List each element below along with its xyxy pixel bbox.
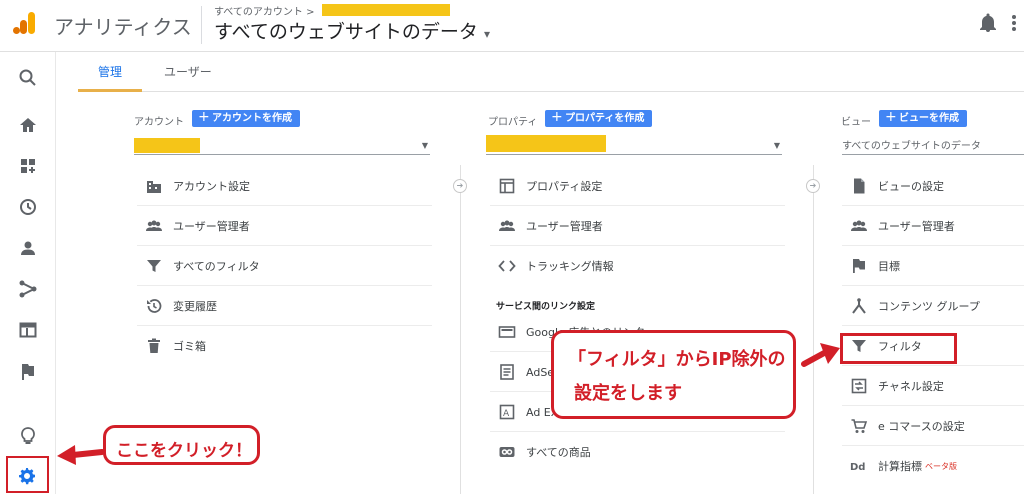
callout-line-1: 「フィルタ」からIP除外の [568, 349, 786, 370]
caret-down-icon: ▼ [773, 141, 780, 150]
plus-icon: + [198, 109, 210, 125]
app-title: アナリティクス [54, 15, 192, 39]
tab-bar: 管理 ユーザー [78, 52, 1024, 92]
account-title: すべてのウェブサイトのデータ [214, 21, 478, 43]
behavior-icon[interactable] [18, 320, 38, 340]
chevron-down-icon: ▾ [483, 27, 490, 41]
link-icon [498, 443, 516, 461]
create-property-button[interactable]: + プロパティを作成 [545, 109, 653, 127]
content-grouping-item[interactable]: コンテンツ グループ [842, 286, 1024, 326]
home-icon[interactable] [18, 115, 38, 135]
all-filters-item[interactable]: すべてのフィルタ [137, 246, 432, 286]
arrow-right-icon: ➔ [453, 179, 467, 193]
account-user-management-item[interactable]: ユーザー管理者 [137, 206, 432, 246]
more-vert-icon[interactable] [1011, 14, 1017, 36]
person-icon[interactable] [18, 238, 38, 258]
code-icon [498, 257, 516, 275]
beta-badge: ベータ版 [925, 461, 957, 471]
property-column-label: プロパティ [488, 117, 538, 128]
filter-icon [145, 257, 163, 275]
arrow-to-gear-icon [57, 445, 105, 465]
search-icon[interactable] [18, 68, 38, 88]
column-divider [460, 165, 461, 494]
goals-item[interactable]: 目標 [842, 246, 1024, 286]
calculated-metrics-item[interactable]: Dd 計算指標 ベータ版 [842, 446, 1024, 486]
gear-highlight-box [6, 456, 49, 493]
people-icon [498, 217, 516, 235]
click-here-text: ここをクリック！ [116, 441, 252, 461]
active-tab-underline [78, 89, 142, 92]
content-grouping-icon [850, 297, 868, 315]
trash-icon [145, 337, 163, 355]
dd-icon: Dd [850, 457, 868, 475]
filter-highlight-box [840, 333, 957, 364]
ip-exclusion-callout: 「フィルタ」からIP除外の 設定をします [551, 330, 796, 419]
tab-user[interactable]: ユーザー [164, 63, 212, 80]
change-history-item[interactable]: 変更履歴 [137, 286, 432, 326]
dashboard-icon[interactable] [18, 156, 38, 176]
svg-text:A: A [503, 409, 510, 419]
analytics-logo-icon[interactable] [12, 10, 38, 40]
trash-item[interactable]: ゴミ箱 [137, 326, 432, 366]
document-icon [850, 177, 868, 195]
redacted-account-name [322, 4, 450, 16]
click-here-callout: ここをクリック！ [103, 425, 260, 465]
top-bar: アナリティクス すべてのアカウント > すべてのウェブサイトのデータ ▾ [0, 0, 1024, 52]
create-view-button[interactable]: + ビューを作成 [879, 109, 967, 127]
svg-text:Dd: Dd [850, 462, 865, 473]
property-user-management-item[interactable]: ユーザー管理者 [490, 206, 785, 246]
arrow-to-filter-icon [801, 343, 840, 367]
cart-icon [850, 417, 868, 435]
all-products-item[interactable]: すべての商品 [490, 432, 785, 472]
plus-icon: + [885, 109, 897, 125]
account-settings-item[interactable]: アカウント設定 [137, 166, 432, 206]
flag-icon[interactable] [18, 362, 38, 382]
clock-icon[interactable] [18, 197, 38, 217]
view-column-label: ビュー [841, 117, 871, 128]
ads-icon [498, 323, 516, 341]
notifications-bell-icon[interactable] [979, 13, 997, 37]
channel-settings-item[interactable]: チャネル設定 [842, 366, 1024, 406]
flag-icon [850, 257, 868, 275]
people-icon [145, 217, 163, 235]
adsense-icon [498, 363, 516, 381]
view-select[interactable]: すべてのウェブサイトのデータ [842, 137, 1024, 155]
acquisition-icon[interactable] [18, 279, 38, 299]
divider [201, 6, 202, 44]
building-icon [145, 177, 163, 195]
view-user-management-item[interactable]: ユーザー管理者 [842, 206, 1024, 246]
plus-icon: + [551, 109, 563, 125]
callout-line-2: 設定をします [574, 383, 682, 404]
property-settings-item[interactable]: プロパティ設定 [490, 166, 785, 206]
channel-icon [850, 377, 868, 395]
account-column-label: アカウント [134, 117, 184, 128]
account-selector[interactable]: すべてのウェブサイトのデータ ▾ [214, 17, 490, 44]
view-settings-item[interactable]: ビューの設定 [842, 166, 1024, 206]
history-icon [145, 297, 163, 315]
create-account-button[interactable]: + アカウントを作成 [192, 109, 300, 127]
product-linking-section-header: サービス間のリンク設定 [496, 302, 596, 312]
arrow-right-icon: ➔ [806, 179, 820, 193]
window-icon [498, 177, 516, 195]
redacted-property [486, 135, 606, 152]
caret-down-icon: ▼ [421, 141, 428, 150]
people-icon [850, 217, 868, 235]
ad-exchange-icon: A [498, 403, 516, 421]
column-divider [813, 165, 814, 494]
breadcrumb[interactable]: すべてのアカウント > [214, 3, 314, 18]
redacted-account [134, 138, 200, 153]
ecommerce-settings-item[interactable]: e コマースの設定 [842, 406, 1024, 446]
tracking-info-item[interactable]: トラッキング情報 [490, 246, 785, 286]
lightbulb-icon[interactable] [18, 426, 38, 446]
tab-admin[interactable]: 管理 [98, 63, 122, 80]
